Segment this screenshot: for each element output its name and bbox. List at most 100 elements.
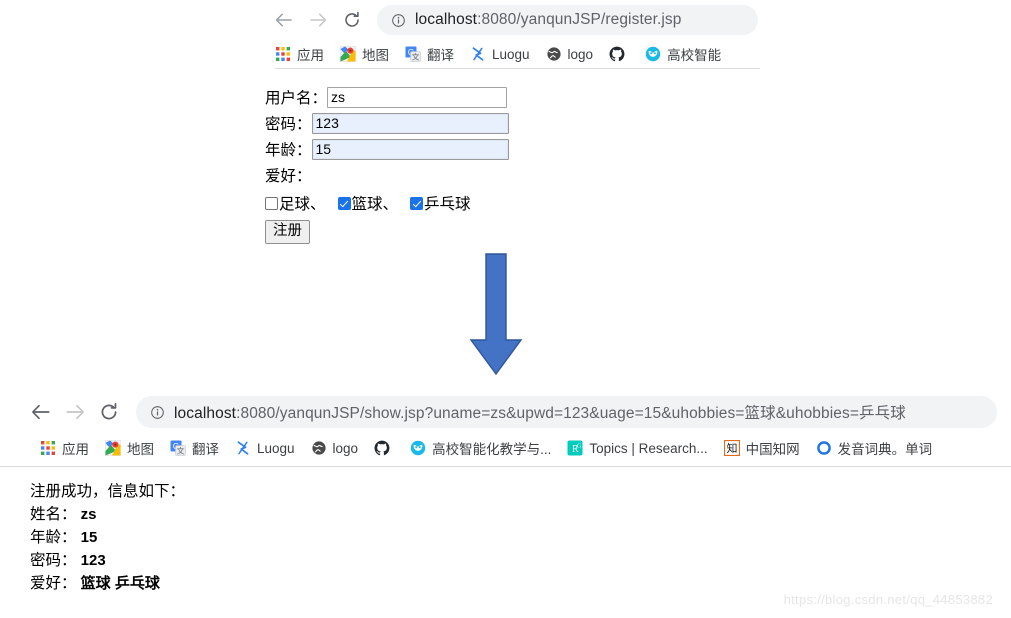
bookmark-label: 应用 (62, 442, 89, 457)
forward-button[interactable] (301, 5, 335, 35)
reload-button[interactable] (335, 5, 369, 35)
register-form-fields: 用户名： 密码： 年龄： (265, 84, 685, 162)
bookmark-item[interactable]: logo (311, 440, 358, 456)
google-maps-icon (340, 46, 356, 62)
address-path: :8080/yanqunJSP/register.jsp (477, 11, 682, 28)
result-row-value: 篮球 乒乓球 (76, 575, 160, 592)
bookmark-label: 高校智能 (667, 48, 722, 63)
globe-icon (311, 440, 327, 456)
bottom-browser-toolbar: localhost:8080/yanqunJSP/show.jsp?uname=… (0, 390, 1011, 434)
hobby-label-2: 乒乓球 (424, 196, 471, 213)
hobby-label-0: 足球、 (279, 196, 326, 213)
back-button[interactable] (24, 397, 58, 427)
svg-text:文: 文 (177, 446, 185, 456)
register-form-page: 用户名： 密码： 年龄： 爱好： 足球、 篮球、 乒乓球 注册 (265, 84, 685, 244)
hobby-option-1[interactable]: 篮球、 (337, 192, 399, 214)
result-row-label: 密码： (30, 552, 77, 569)
bookmark-label: 翻译 (427, 48, 454, 63)
result-page: 注册成功，信息如下： 姓名： zs 年龄： 15 密码： 123 爱好： 篮球 乒乓球 (30, 480, 185, 595)
bookmark-label: logo (567, 46, 594, 62)
top-nav-buttons (267, 5, 369, 35)
form-row-uage: 年龄： (265, 136, 685, 162)
bookmarks-divider (275, 68, 760, 69)
result-row-label: 年龄： (30, 529, 77, 546)
bottom-bookmarks-bar: 应用 地图 G 文 翻译 Luogu logo (0, 434, 1011, 462)
hobby-checkbox-0[interactable] (265, 196, 278, 210)
result-row-label: 爱好： (30, 575, 77, 592)
google-maps-icon (105, 440, 121, 456)
back-button[interactable] (267, 5, 301, 35)
luogu-icon (470, 46, 486, 62)
register-submit-button[interactable]: 注册 (265, 220, 310, 244)
luogu-icon (235, 440, 251, 456)
address-bar-text: localhost:8080/yanqunJSP/register.jsp (415, 11, 682, 29)
google-translate-icon: G 文 (405, 46, 421, 62)
bookmark-label: 中国知网 (745, 442, 800, 457)
uname-input[interactable] (327, 86, 508, 108)
hobby-option-0[interactable]: 足球、 (265, 192, 326, 214)
uage-input[interactable] (311, 138, 509, 160)
upwd-input[interactable] (311, 112, 509, 134)
address-bar[interactable]: localhost:8080/yanqunJSP/register.jsp (377, 5, 758, 35)
hobby-option-2[interactable]: 乒乓球 (410, 192, 471, 214)
bottom-nav-buttons (24, 397, 126, 427)
cnki-icon: 知 (723, 439, 740, 457)
bookmark-label: Luogu (492, 46, 530, 62)
bookmark-item[interactable]: 应用 (40, 438, 89, 458)
bookmark-item[interactable]: logo (546, 46, 594, 62)
github-icon (374, 440, 390, 456)
hobby-checkbox-2[interactable] (410, 196, 424, 210)
bookmarks-divider (0, 466, 1011, 467)
hobbies-label-row: 爱好： (265, 162, 685, 188)
result-row: 年龄： 15 (30, 526, 185, 549)
result-row: 姓名： zs (30, 503, 185, 526)
github-icon (609, 46, 625, 62)
info-circle-icon[interactable] (150, 405, 165, 420)
address-bar[interactable]: localhost:8080/yanqunJSP/show.jsp?uname=… (136, 396, 997, 428)
bookmark-item[interactable] (374, 440, 396, 456)
bookmark-item[interactable]: 地图 (340, 44, 389, 64)
bookmark-item[interactable]: 应用 (275, 44, 324, 64)
info-circle-icon[interactable] (391, 13, 406, 28)
top-browser-screenshot: localhost:8080/yanqunJSP/register.jsp 应用… (265, 0, 760, 69)
bookmark-item[interactable] (609, 46, 631, 62)
result-row: 密码： 123 (30, 549, 185, 572)
result-rows: 姓名： zs 年龄： 15 密码： 123 爱好： 篮球 乒乓球 (30, 503, 185, 595)
uage-label: 年龄： (265, 142, 312, 159)
top-browser-toolbar: localhost:8080/yanqunJSP/register.jsp (265, 0, 760, 40)
bookmark-item[interactable]: 知 中国知网 (723, 438, 800, 458)
bookmark-item[interactable]: 地图 (105, 438, 154, 458)
bookmark-item[interactable]: Luogu (235, 440, 295, 456)
bookmark-label: 发音词典。单词 (837, 442, 933, 457)
result-row-label: 姓名： (30, 506, 77, 523)
upwd-label: 密码： (265, 116, 312, 133)
result-row-value: zs (76, 506, 97, 523)
google-translate-icon: G 文 (170, 440, 186, 456)
bookmark-item[interactable]: R G Topics | Research... (567, 440, 708, 456)
bookmark-item[interactable]: G 文 翻译 (405, 44, 454, 64)
hobby-label-1: 篮球、 (351, 196, 399, 213)
forward-button[interactable] (58, 397, 92, 427)
owl-circle-icon (410, 440, 426, 456)
apps-grid-icon (275, 46, 291, 62)
bookmark-label: 应用 (297, 48, 324, 63)
bookmark-item[interactable]: 发音词典。单词 (816, 438, 933, 458)
address-host: localhost (415, 11, 478, 28)
bookmark-item[interactable]: Luogu (470, 46, 530, 62)
bookmark-item[interactable]: 高校智能化教学与... (410, 438, 551, 458)
result-row: 爱好： 篮球 乒乓球 (30, 572, 185, 595)
bookmark-label: 地图 (127, 442, 154, 457)
researchgate-icon: R G (567, 440, 583, 456)
bookmark-item[interactable]: 高校智能 (645, 44, 721, 64)
bookmark-label: 地图 (362, 48, 389, 63)
address-host: localhost (174, 405, 237, 422)
svg-text:知: 知 (726, 441, 737, 455)
down-arrow (465, 252, 527, 378)
apps-grid-icon (40, 440, 56, 456)
bottom-browser-screenshot: localhost:8080/yanqunJSP/show.jsp?uname=… (0, 390, 1011, 467)
bookmark-item[interactable]: G 文 翻译 (170, 438, 219, 458)
result-heading: 注册成功，信息如下： (30, 483, 186, 500)
reload-button[interactable] (92, 397, 126, 427)
hobby-checkbox-1[interactable] (337, 196, 351, 210)
result-row-value: 15 (76, 529, 98, 546)
